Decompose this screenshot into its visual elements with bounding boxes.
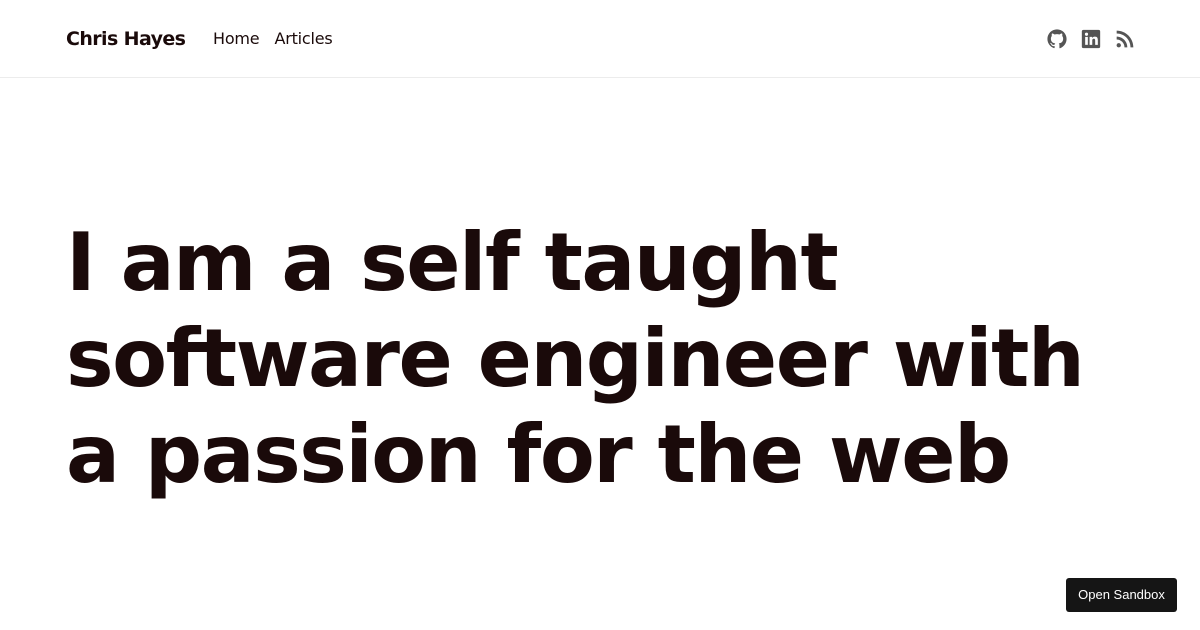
github-icon xyxy=(1047,29,1067,49)
hero-heading: I am a self taught software engineer wit… xyxy=(66,215,1146,503)
nav-item-articles[interactable]: Articles xyxy=(274,28,332,50)
rss-link[interactable] xyxy=(1115,29,1135,49)
open-sandbox-button[interactable]: Open Sandbox xyxy=(1066,578,1177,612)
hero-line: a passion for the web xyxy=(66,408,1011,501)
nav-item-home[interactable]: Home xyxy=(213,28,260,50)
main-nav: Home Articles xyxy=(213,28,333,50)
social-links xyxy=(1047,29,1135,49)
linkedin-icon xyxy=(1081,29,1101,49)
hero-line: software engineer with xyxy=(66,312,1085,405)
rss-icon xyxy=(1116,30,1134,48)
github-link[interactable] xyxy=(1047,29,1067,49)
hero-line: I am a self taught xyxy=(66,216,839,309)
linkedin-link[interactable] xyxy=(1081,29,1101,49)
site-header: Chris Hayes Home Articles xyxy=(0,0,1200,78)
brand-link[interactable]: Chris Hayes xyxy=(66,27,186,51)
